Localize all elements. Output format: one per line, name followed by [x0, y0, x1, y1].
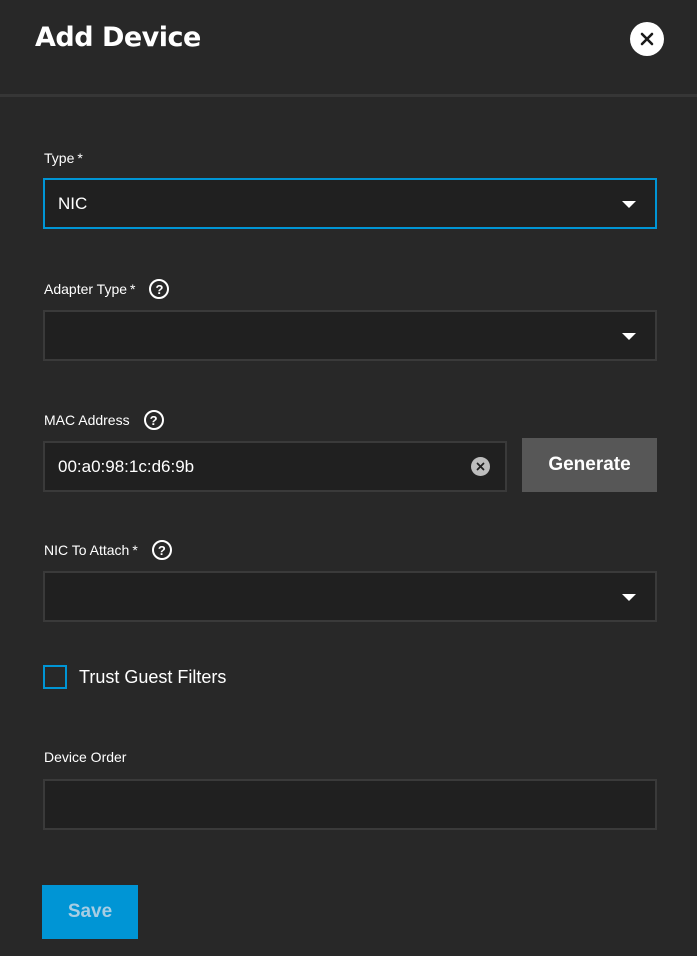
device-order-label: Device Order [44, 749, 127, 765]
nic-to-attach-label-group: NIC To Attach * ? [44, 540, 172, 560]
mac-address-field-container [43, 441, 507, 492]
header-divider [0, 94, 697, 97]
mac-address-label-group: MAC Address ? [44, 410, 164, 430]
close-icon [640, 32, 654, 46]
save-button[interactable]: Save [42, 885, 138, 939]
help-icon[interactable]: ? [143, 410, 164, 430]
chevron-down-icon [622, 333, 636, 340]
chevron-down-icon [622, 594, 636, 601]
type-select[interactable]: NIC [43, 178, 657, 229]
clear-icon [476, 462, 485, 471]
type-select-value: NIC [58, 194, 88, 213]
required-marker: * [130, 281, 136, 297]
dialog-header: Add Device [0, 0, 697, 94]
adapter-type-select[interactable] [43, 310, 657, 361]
help-icon[interactable]: ? [151, 540, 172, 560]
device-order-label-group: Device Order [44, 749, 126, 765]
dialog-title: Add Device [35, 22, 201, 53]
type-label: Type [44, 150, 75, 166]
device-order-input[interactable] [43, 779, 657, 830]
nic-to-attach-label: NIC To Attach [44, 542, 130, 558]
mac-address-label: MAC Address [44, 412, 130, 428]
mac-address-input[interactable] [45, 443, 465, 490]
generate-button[interactable]: Generate [522, 438, 657, 492]
trust-guest-filters-row[interactable]: Trust Guest Filters [43, 665, 226, 689]
required-marker: * [132, 542, 138, 558]
close-button[interactable] [630, 22, 664, 56]
type-label-group: Type * [44, 150, 83, 166]
trust-guest-filters-checkbox[interactable] [43, 665, 67, 689]
adapter-type-label-group: Adapter Type * ? [44, 279, 170, 299]
trust-guest-filters-label: Trust Guest Filters [79, 666, 227, 687]
adapter-type-label: Adapter Type [44, 281, 128, 297]
required-marker: * [77, 150, 83, 166]
clear-button[interactable] [471, 457, 490, 476]
help-icon[interactable]: ? [149, 279, 170, 299]
chevron-down-icon [622, 201, 636, 208]
nic-to-attach-select[interactable] [43, 571, 657, 622]
